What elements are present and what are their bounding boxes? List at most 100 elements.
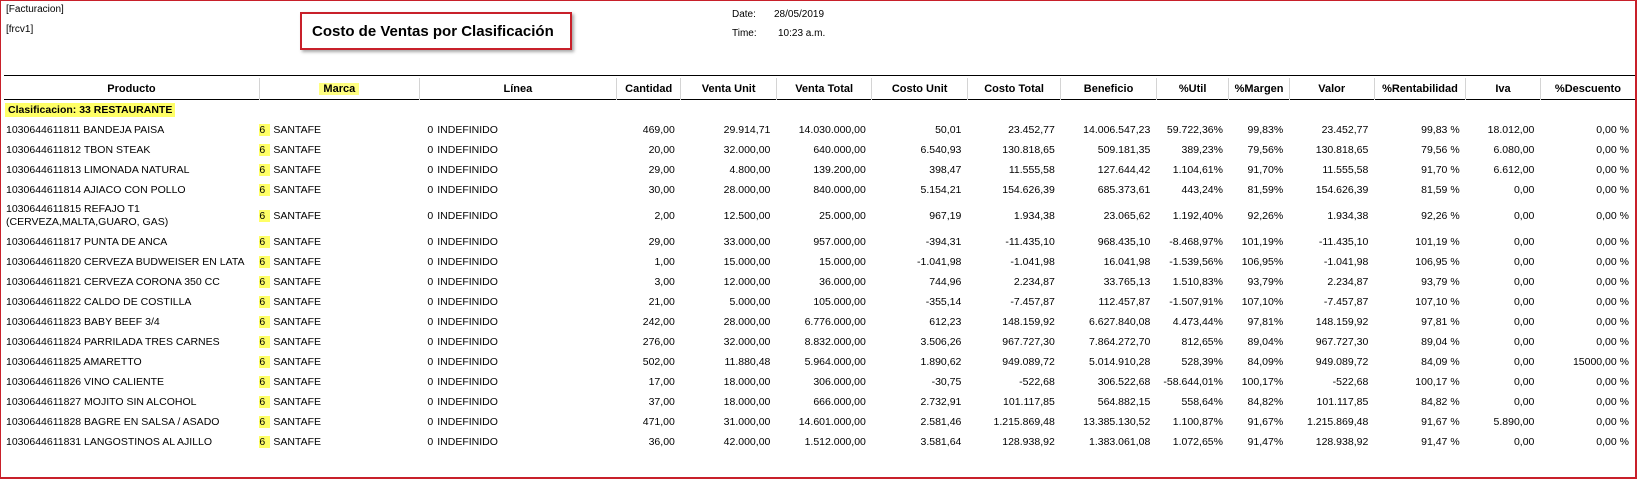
- table-row[interactable]: 1030644611825 AMARETTO 6 SANTAFE 0 INDEFINID…: [4, 352, 1635, 372]
- table-row[interactable]: 1030644611823 BABY BEEF 3/4 6 SANTAFE 0 INDE…: [4, 312, 1635, 332]
- table-row[interactable]: 1030644611814 AJIACO CON POLLO 6 SANTAFE 0 I…: [4, 180, 1635, 200]
- cell-costo-unit: 967,19: [929, 210, 962, 222]
- cell-cantidad: 276,00: [642, 336, 675, 348]
- table-row[interactable]: 1030644611828 BAGRE EN SALSA / ASADO 6 SAN…: [4, 412, 1635, 432]
- cell-costo-total: -1.041,98: [1010, 256, 1055, 268]
- cell-beneficio: 16.041,98: [1103, 256, 1151, 268]
- cell-util: 812,65%: [1181, 336, 1223, 348]
- marca-code: 6: [259, 296, 271, 308]
- col-costo-unit[interactable]: Costo Unit: [871, 78, 968, 100]
- cell-costo-unit: -355,14: [925, 296, 962, 308]
- cell-iva: 0,00: [1513, 336, 1535, 348]
- cell-valor: 128.938,92: [1315, 436, 1369, 448]
- col-marca[interactable]: Marca: [259, 78, 420, 100]
- table-row[interactable]: 1030644611817 PUNTA DE ANCA 6 SANTAFE 0 INDE…: [4, 232, 1635, 252]
- header-row: Producto Marca Línea Cantidad Venta Unit…: [4, 78, 1635, 100]
- cell-rentabilidad: 79,56 %: [1421, 144, 1460, 156]
- col-margen[interactable]: %Margen: [1228, 78, 1290, 100]
- linea-code: 0: [427, 356, 434, 368]
- cell-iva: 5.890,00: [1493, 416, 1535, 428]
- table-row[interactable]: 1030644611812 TBON STEAK 6 SANTAFE 0 INDEFIN…: [4, 140, 1635, 160]
- cell-cantidad: 3,00: [654, 276, 675, 288]
- linea-name: INDEFINIDO: [437, 164, 498, 176]
- cell-beneficio: 1.383.061,08: [1088, 436, 1151, 448]
- time-label: Time:: [732, 28, 757, 39]
- cell-cantidad: 469,00: [642, 124, 675, 136]
- cell-valor: 23.452,77: [1321, 124, 1369, 136]
- col-venta-unit[interactable]: Venta Unit: [680, 78, 777, 100]
- cell-costo-unit: 398,47: [929, 164, 962, 176]
- linea-code: 0: [427, 210, 434, 222]
- cell-iva: 0,00: [1513, 296, 1535, 308]
- cell-rentabilidad: 91,70 %: [1421, 164, 1460, 176]
- header-rule-top: [4, 75, 1635, 76]
- producto-text: 1030644611821 CERVEZA CORONA 350 CC: [6, 276, 220, 288]
- table-row[interactable]: 1030644611813 LIMONADA NATURAL 6 SANTAFE 0 I…: [4, 160, 1635, 180]
- col-util[interactable]: %Util: [1156, 78, 1230, 100]
- linea-name: INDEFINIDO: [437, 256, 498, 268]
- cell-venta-total: 15.000,00: [819, 256, 866, 268]
- cell-costo-unit: 2.581,46: [920, 416, 962, 428]
- marca-code: 6: [259, 276, 271, 288]
- cell-costo-total: 949.089,72: [1002, 356, 1055, 368]
- table-row[interactable]: 1030644611815 REFAJO T1 (CERVEZA,MALTA,G…: [4, 200, 1635, 232]
- col-iva[interactable]: Iva: [1465, 78, 1541, 100]
- table-row[interactable]: 1030644611831 LANGOSTINOS AL AJILLO 6 SANT…: [4, 432, 1635, 452]
- linea-name: INDEFINIDO: [437, 396, 498, 408]
- col-venta-total[interactable]: Venta Total: [776, 78, 873, 100]
- producto-text: 1030644611815 REFAJO T1 (CERVEZA,MALTA,G…: [6, 203, 169, 228]
- cell-costo-total: 967.727,30: [1002, 336, 1055, 348]
- linea-name: INDEFINIDO: [437, 276, 498, 288]
- cell-rentabilidad: 93,79 %: [1421, 276, 1460, 288]
- table-row[interactable]: 1030644611820 CERVEZA BUDWEISER EN LATA 6…: [4, 252, 1635, 272]
- cell-producto: 1030644611812 TBON STEAK: [4, 140, 259, 160]
- table-row[interactable]: 1030644611822 CALDO DE COSTILLA 6 SANTAFE 0…: [4, 292, 1635, 312]
- col-beneficio[interactable]: Beneficio: [1060, 78, 1157, 100]
- col-descuento[interactable]: %Descuento: [1540, 78, 1635, 100]
- cell-costo-total: -11.435,10: [1005, 236, 1055, 248]
- marca-code: 6: [259, 144, 271, 156]
- cell-cantidad: 30,00: [648, 184, 675, 196]
- cell-util: 528,39%: [1181, 356, 1223, 368]
- cell-producto: 1030644611823 BABY BEEF 3/4: [4, 312, 259, 332]
- cell-venta-unit: 32.000,00: [723, 336, 771, 348]
- marca-code: 6: [259, 236, 271, 248]
- cell-util: 1.104,61%: [1172, 164, 1223, 176]
- table-row[interactable]: 1030644611824 PARRILADA TRES CARNES 6 SANT…: [4, 332, 1635, 352]
- cell-costo-total: 148.159,92: [1002, 316, 1055, 328]
- cell-rentabilidad: 101,19 %: [1415, 236, 1460, 248]
- cell-costo-unit: 612,23: [929, 316, 962, 328]
- col-costo-total[interactable]: Costo Total: [967, 78, 1062, 100]
- table-row[interactable]: 1030644611827 MOJITO SIN ALCOHOL 6 SANTAFE…: [4, 392, 1635, 412]
- marca-name: SANTAFE: [273, 124, 322, 136]
- col-producto[interactable]: Producto: [4, 78, 260, 100]
- cell-iva: 0,00: [1513, 236, 1535, 248]
- linea-code: 0: [427, 256, 434, 268]
- col-valor[interactable]: Valor: [1289, 78, 1375, 100]
- cell-util: 1.510,83%: [1172, 276, 1223, 288]
- cell-linea: 0 INDEFINIDO: [419, 180, 616, 200]
- col-cantidad[interactable]: Cantidad: [616, 78, 682, 100]
- cell-marca: 6 SANTAFE: [259, 160, 419, 180]
- cell-iva: 0,00: [1513, 256, 1535, 268]
- table-row[interactable]: 1030644611811 BANDEJA PAISA 6 SANTAFE 0 INDE…: [4, 120, 1635, 140]
- marca-name: SANTAFE: [273, 276, 322, 288]
- table-row[interactable]: 1030644611826 VINO CALIENTE 6 SANTAFE 0 INDE…: [4, 372, 1635, 392]
- producto-text: 1030644611817 PUNTA DE ANCA: [6, 236, 168, 248]
- cell-venta-unit: 29.914,71: [723, 124, 771, 136]
- cell-iva: 0,00: [1513, 210, 1535, 222]
- table-row[interactable]: 1030644611821 CERVEZA CORONA 350 CC 6 SANT…: [4, 272, 1635, 292]
- cell-marca: 6 SANTAFE: [259, 292, 419, 312]
- cell-beneficio: 564.882,15: [1097, 396, 1151, 408]
- cell-venta-total: 840.000,00: [813, 184, 866, 196]
- linea-name: INDEFINIDO: [437, 376, 498, 388]
- marca-name: SANTAFE: [273, 164, 322, 176]
- col-linea[interactable]: Línea: [419, 78, 618, 100]
- cell-venta-unit: 31.000,00: [723, 416, 771, 428]
- cell-util: 389,23%: [1181, 144, 1223, 156]
- cell-cantidad: 37,00: [648, 396, 675, 408]
- cell-producto: 1030644611813 LIMONADA NATURAL: [4, 160, 259, 180]
- col-rentabilidad[interactable]: %Rentabilidad: [1374, 78, 1467, 100]
- linea-name: INDEFINIDO: [437, 416, 498, 428]
- cell-venta-unit: 4.800,00: [729, 164, 771, 176]
